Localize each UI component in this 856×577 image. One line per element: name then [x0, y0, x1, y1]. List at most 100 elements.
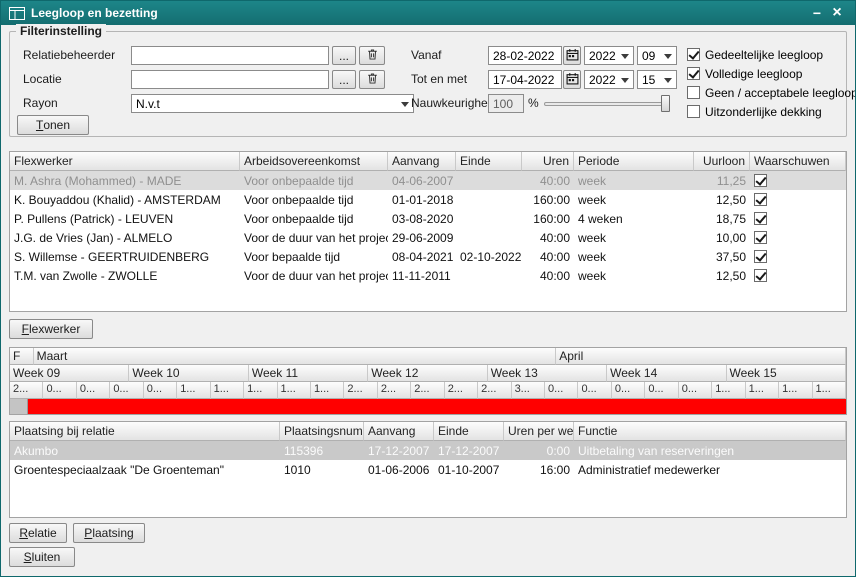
timeline-week[interactable]: Week 11 — [249, 365, 368, 382]
timeline-day[interactable]: 0... — [578, 382, 611, 399]
row-checkbox[interactable] — [754, 174, 767, 187]
table-row[interactable]: J.G. de Vries (Jan) - ALMELOVoor de duur… — [10, 228, 846, 247]
table-row[interactable]: M. Ashra (Mohammed) - MADEVoor onbepaald… — [10, 171, 846, 190]
close-button[interactable]: × — [827, 4, 847, 22]
relatie-button[interactable]: Relatie — [9, 523, 67, 543]
vanaf-week-select[interactable]: 09 — [637, 46, 677, 65]
timeline-day[interactable]: 2... — [411, 382, 444, 399]
timeline-day[interactable]: 1... — [177, 382, 210, 399]
timeline-day[interactable]: 0... — [110, 382, 143, 399]
filter-option[interactable]: Uitzonderlijke dekking — [687, 102, 855, 121]
vanaf-calendar-button[interactable] — [563, 46, 581, 65]
checkbox[interactable] — [687, 86, 700, 99]
timeline-day[interactable]: 1... — [746, 382, 779, 399]
timeline-day[interactable]: 1... — [211, 382, 244, 399]
table-cell — [750, 266, 846, 285]
table-row[interactable]: S. Willemse - GEERTRUIDENBERGVoor bepaal… — [10, 247, 846, 266]
timeline-day[interactable]: 0... — [679, 382, 712, 399]
plaatsing-button[interactable]: Plaatsing — [73, 523, 145, 543]
timeline-month[interactable]: April — [556, 348, 846, 365]
table-row[interactable]: K. Bouyaddou (Khalid) - AMSTERDAMVoor on… — [10, 190, 846, 209]
locatie-input[interactable] — [131, 70, 329, 89]
column-header[interactable]: Einde — [456, 152, 522, 171]
table-row[interactable]: P. Pullens (Patrick) - LEUVENVoor onbepa… — [10, 209, 846, 228]
timeline-month[interactable]: Maart — [34, 348, 557, 365]
row-checkbox[interactable] — [754, 231, 767, 244]
table-row[interactable]: T.M. van Zwolle - ZWOLLEVoor de duur van… — [10, 266, 846, 285]
nauwkeurigheid-label: Nauwkeurigheid — [411, 94, 497, 113]
column-header[interactable]: Periode — [574, 152, 694, 171]
timeline-day[interactable]: 1... — [813, 382, 846, 399]
filter-option[interactable]: Geen / acceptabele leegloop — [687, 83, 855, 102]
timeline-day[interactable]: 1... — [244, 382, 277, 399]
checkbox[interactable] — [687, 48, 700, 61]
column-header[interactable]: Plaatsing bij relatie — [10, 422, 280, 441]
column-header[interactable]: Uurloon — [694, 152, 750, 171]
column-header[interactable]: Arbeidsovereenkomst — [240, 152, 388, 171]
timeline-week[interactable]: Week 09 — [10, 365, 129, 382]
filter-option[interactable]: Volledige leegloop — [687, 64, 855, 83]
column-header[interactable]: Einde — [434, 422, 504, 441]
sluiten-button[interactable]: Sluiten — [9, 547, 75, 567]
timeline-day[interactable]: 0... — [77, 382, 110, 399]
column-header[interactable]: Aanvang — [364, 422, 434, 441]
column-header[interactable]: Plaatsingsnummer — [280, 422, 364, 441]
checkbox[interactable] — [687, 67, 700, 80]
timeline-week[interactable]: Week 13 — [488, 365, 607, 382]
locatie-clear-button[interactable] — [359, 70, 385, 89]
column-header[interactable]: Uren per we... — [504, 422, 574, 441]
table-row[interactable]: Akumbo11539617-12-200717-12-20070:00Uitb… — [10, 441, 846, 460]
timeline-day[interactable]: 2... — [378, 382, 411, 399]
timeline-day[interactable]: 2... — [344, 382, 377, 399]
timeline-day[interactable]: 1... — [779, 382, 812, 399]
timeline-day[interactable]: 2... — [10, 382, 43, 399]
timeline-day[interactable]: 0... — [645, 382, 678, 399]
timeline-day[interactable]: 3... — [512, 382, 545, 399]
timeline-day[interactable]: 2... — [478, 382, 511, 399]
tot-week-select[interactable]: 15 — [637, 70, 677, 89]
timeline-week[interactable]: Week 14 — [607, 365, 726, 382]
timeline-day[interactable]: 2... — [445, 382, 478, 399]
table-cell: Voor onbepaalde tijd — [240, 190, 388, 209]
row-checkbox[interactable] — [754, 269, 767, 282]
table-row[interactable]: Groentespeciaalzaak "De Groenteman"10100… — [10, 460, 846, 479]
timeline-week[interactable]: Week 12 — [368, 365, 487, 382]
timeline-day[interactable]: 0... — [545, 382, 578, 399]
column-header[interactable]: Aanvang — [388, 152, 456, 171]
timeline-day[interactable]: 1... — [311, 382, 344, 399]
timeline-day[interactable]: 1... — [712, 382, 745, 399]
timeline-week[interactable]: Week 15 — [727, 365, 846, 382]
leegloop-bar[interactable] — [28, 399, 846, 414]
tonen-button[interactable]: Tonen — [17, 115, 89, 135]
column-header[interactable]: Functie — [574, 422, 846, 441]
column-header[interactable]: Flexwerker — [10, 152, 240, 171]
timeline-day[interactable]: 0... — [144, 382, 177, 399]
tot-calendar-button[interactable] — [563, 70, 581, 89]
rayon-select[interactable]: N.v.t — [131, 94, 414, 113]
timeline-day[interactable]: 0... — [43, 382, 76, 399]
locatie-browse-button[interactable]: ... — [332, 70, 356, 89]
timeline-day[interactable]: 1... — [278, 382, 311, 399]
flexwerker-button[interactable]: Flexwerker — [9, 319, 93, 339]
relatiebeheerder-input[interactable] — [131, 46, 329, 65]
timeline-month[interactable]: F — [10, 348, 34, 365]
relatiebeheerder-clear-button[interactable] — [359, 46, 385, 65]
timeline-week[interactable]: Week 10 — [129, 365, 248, 382]
minimize-button[interactable]: − — [807, 5, 827, 21]
relatiebeheerder-browse-button[interactable]: ... — [332, 46, 356, 65]
row-checkbox[interactable] — [754, 193, 767, 206]
row-checkbox[interactable] — [754, 250, 767, 263]
vanaf-date-input[interactable] — [488, 46, 562, 65]
filter-option[interactable]: Gedeeltelijke leegloop — [687, 45, 855, 64]
tot-en-met-date-input[interactable] — [488, 70, 562, 89]
timeline-day[interactable]: 0... — [612, 382, 645, 399]
column-header[interactable]: Waarschuwen — [750, 152, 846, 171]
checkbox[interactable] — [687, 105, 700, 118]
row-checkbox[interactable] — [754, 212, 767, 225]
vanaf-year-select[interactable]: 2022 — [584, 46, 634, 65]
nauwkeurigheid-slider[interactable] — [544, 94, 670, 113]
slider-thumb[interactable] — [661, 95, 670, 112]
rayon-value: N.v.t — [136, 97, 160, 111]
tot-year-select[interactable]: 2022 — [584, 70, 634, 89]
column-header[interactable]: Uren — [522, 152, 574, 171]
